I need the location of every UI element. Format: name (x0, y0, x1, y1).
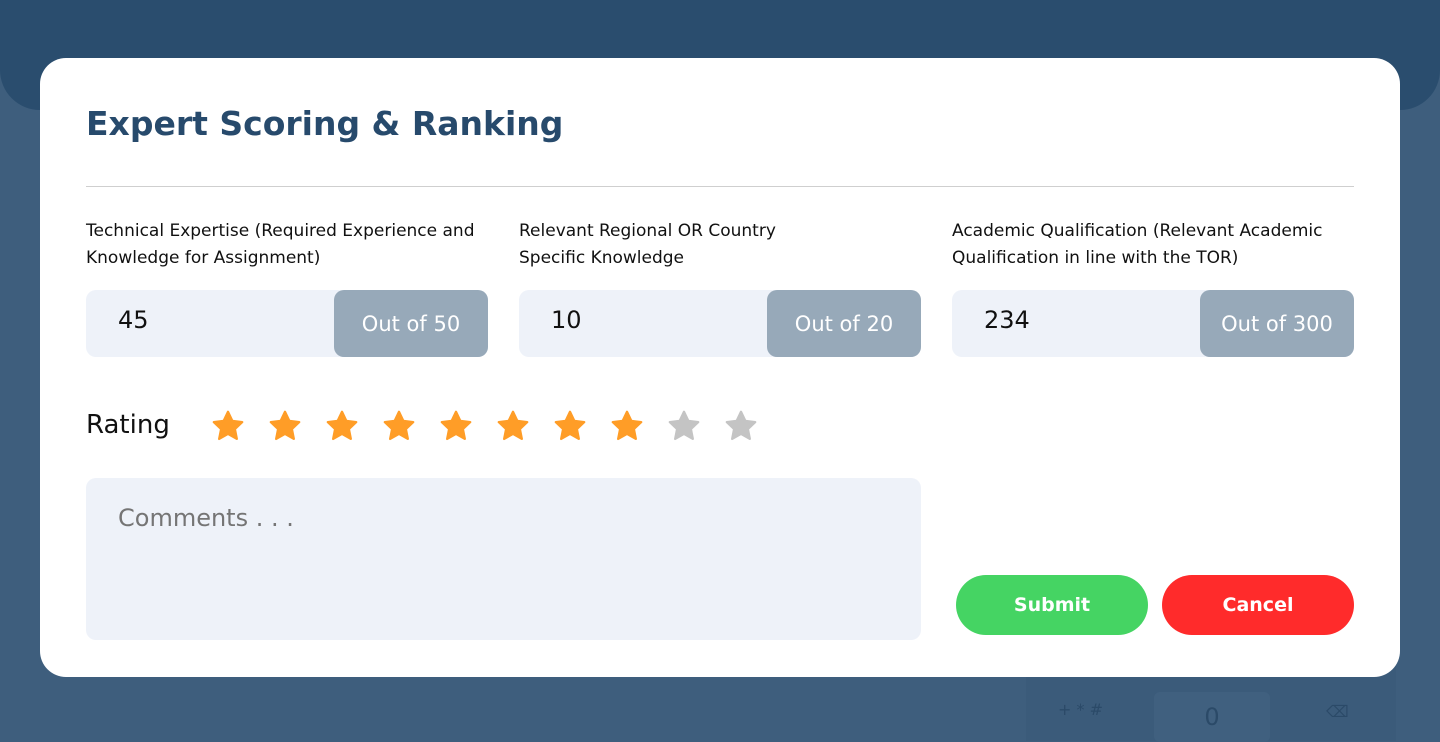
field-label: Relevant Regional OR Country Specific Kn… (519, 221, 776, 268)
regional-knowledge-field: Relevant Regional OR Country Specific Kn… (519, 218, 921, 357)
field-label: Academic Qualification (Relevant Academi… (952, 221, 1323, 268)
keypad-symbols-key: + * # (1058, 700, 1103, 719)
star-icon[interactable] (666, 408, 702, 444)
divider (86, 186, 1354, 187)
max-score-suffix: Out of 20 (767, 290, 921, 357)
technical-expertise-input[interactable]: 45 Out of 50 (86, 290, 488, 357)
star-icon[interactable] (324, 408, 360, 444)
field-label: Technical Expertise (Required Experience… (86, 221, 475, 268)
star-icon[interactable] (438, 408, 474, 444)
input-value: 234 (984, 306, 1030, 334)
star-icon[interactable] (267, 408, 303, 444)
max-score-suffix: Out of 50 (334, 290, 488, 357)
cancel-button[interactable]: Cancel (1162, 575, 1354, 635)
star-icon[interactable] (552, 408, 588, 444)
star-icon[interactable] (609, 408, 645, 444)
max-score-suffix: Out of 300 (1200, 290, 1354, 357)
rating-label: Rating (86, 410, 170, 440)
backspace-icon: ⌫ (1326, 702, 1349, 721)
academic-qualification-field: Academic Qualification (Relevant Academi… (952, 218, 1354, 357)
input-value: 10 (551, 306, 582, 334)
star-icon[interactable] (381, 408, 417, 444)
keypad-zero-key: 0 (1154, 692, 1270, 742)
submit-button[interactable]: Submit (956, 575, 1148, 635)
expert-scoring-modal: Expert Scoring & Ranking Technical Exper… (40, 58, 1400, 677)
input-value: 45 (118, 306, 149, 334)
technical-expertise-field: Technical Expertise (Required Experience… (86, 218, 488, 357)
academic-qualification-input[interactable]: 234 Out of 300 (952, 290, 1354, 357)
star-icon[interactable] (210, 408, 246, 444)
modal-title: Expert Scoring & Ranking (86, 104, 564, 143)
regional-knowledge-input[interactable]: 10 Out of 20 (519, 290, 921, 357)
comments-input[interactable] (86, 478, 921, 640)
star-icon[interactable] (495, 408, 531, 444)
star-rating[interactable] (210, 408, 759, 444)
star-icon[interactable] (723, 408, 759, 444)
